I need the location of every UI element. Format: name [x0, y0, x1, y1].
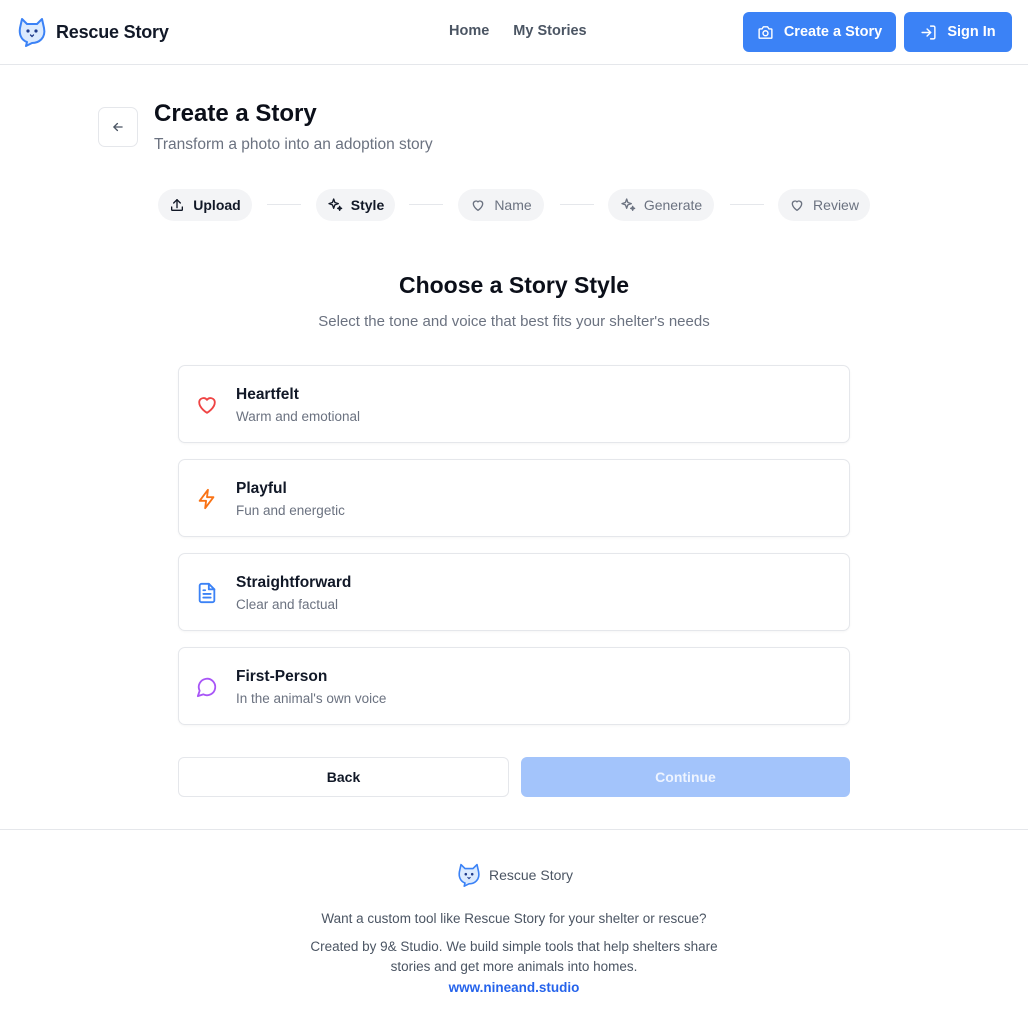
style-description: Fun and energetic [236, 503, 345, 518]
heart-icon [791, 200, 803, 211]
footer: Rescue Story Want a custom tool like Res… [0, 829, 1028, 1030]
step-generate[interactable]: Generate [608, 189, 714, 221]
section-title: Choose a Story Style [398, 272, 630, 298]
step-connector [730, 204, 764, 205]
speech-bubble-icon [196, 677, 217, 698]
page-title: Create a Story [154, 100, 317, 127]
style-name: Straightforward [236, 574, 352, 591]
section-subtitle: Select the tone and voice that best fits… [318, 313, 710, 330]
step-upload[interactable]: Upload [158, 189, 252, 221]
footer-brand[interactable]: Rescue Story [457, 862, 573, 888]
page-subtitle: Transform a photo into an adoption story [154, 136, 433, 153]
nav-home-link[interactable]: Home [449, 23, 489, 39]
step-label: Upload [193, 197, 241, 213]
document-icon [198, 582, 216, 604]
back-arrow-button[interactable] [98, 107, 138, 147]
style-option-heartfelt[interactable]: Heartfelt Warm and emotional [178, 365, 850, 443]
sign-in-icon [921, 24, 936, 40]
upload-icon [171, 199, 184, 211]
footer-brand-name: Rescue Story [489, 867, 574, 883]
style-name: First-Person [236, 668, 328, 685]
main-nav: Home My Stories [449, 23, 587, 39]
sparkles-icon [328, 198, 343, 211]
brand[interactable]: Rescue Story [17, 16, 169, 48]
heart-icon [198, 397, 216, 414]
step-label: Name [494, 197, 532, 213]
create-story-label: Create a Story [783, 24, 883, 40]
camera-icon [758, 25, 773, 39]
cat-face-speech-bubble-icon [458, 863, 480, 887]
progress-stepper: Upload Style Name Generate Review [0, 189, 1028, 221]
continue-button[interactable]: Continue [521, 757, 850, 797]
footer-credit-line-2: stories and get more animals into homes. [390, 959, 638, 974]
step-style[interactable]: Style [316, 189, 395, 221]
step-review[interactable]: Review [778, 189, 870, 221]
step-connector [560, 204, 594, 205]
step-connector [409, 204, 443, 205]
sparkles-icon [621, 198, 636, 211]
nav-my-stories-link[interactable]: My Stories [513, 23, 586, 39]
heart-icon [472, 200, 484, 211]
step-connector [267, 204, 301, 205]
style-description: In the animal's own voice [236, 691, 387, 706]
lightning-bolt-icon [198, 488, 215, 510]
style-option-straightforward[interactable]: Straightforward Clear and factual [178, 553, 850, 631]
style-option-first-person[interactable]: First-Person In the animal's own voice [178, 647, 850, 725]
style-description: Warm and emotional [236, 409, 361, 424]
back-button[interactable]: Back [178, 757, 509, 797]
studio-website-link[interactable]: www.nineand.studio [0, 980, 1028, 995]
style-name: Playful [236, 480, 287, 497]
step-label: Generate [643, 197, 703, 213]
step-name[interactable]: Name [458, 189, 544, 221]
step-label: Review [813, 197, 859, 213]
footer-credit-line-1: Created by 9& Studio. We build simple to… [310, 939, 718, 954]
footer-pitch: Want a custom tool like Rescue Story for… [321, 911, 707, 926]
sign-in-button[interactable]: Sign In [904, 12, 1012, 52]
style-name: Heartfelt [236, 386, 299, 403]
cat-face-speech-bubble-icon [18, 18, 46, 47]
sign-in-label: Sign In [947, 24, 996, 40]
create-story-button[interactable]: Create a Story [743, 12, 896, 52]
arrow-left-icon [113, 122, 123, 132]
style-description: Clear and factual [236, 597, 339, 612]
style-option-playful[interactable]: Playful Fun and energetic [178, 459, 850, 537]
step-label: Style [350, 197, 385, 213]
brand-name: Rescue Story [56, 21, 169, 42]
top-header: Rescue Story Home My Stories Create a St… [0, 0, 1028, 65]
